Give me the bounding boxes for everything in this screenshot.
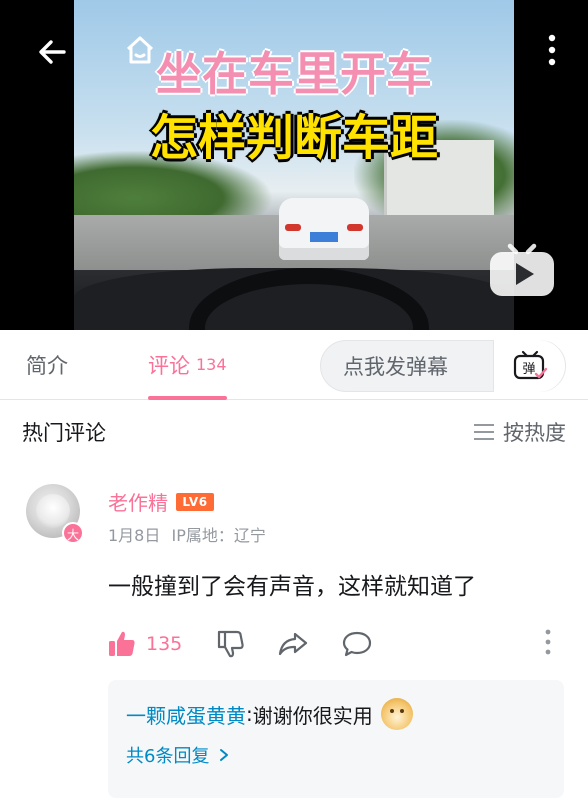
- chevron-right-icon: [220, 749, 229, 761]
- more-vertical-icon: [545, 629, 551, 655]
- back-arrow-icon: [39, 40, 66, 64]
- like-count: 135: [146, 633, 183, 655]
- reply-username[interactable]: 一颗咸蛋黄黄: [126, 700, 246, 729]
- like-button[interactable]: 135: [108, 630, 182, 658]
- view-replies-label: 共6条回复: [126, 746, 210, 767]
- danmaku-toggle-button[interactable]: 弹: [493, 340, 565, 392]
- sort-button[interactable]: 按热度: [473, 417, 566, 447]
- car-taillight-right: [347, 224, 363, 231]
- video-title-line2: 怎样判断车距: [149, 110, 438, 166]
- comment-username[interactable]: 老作精 LV6: [108, 487, 214, 516]
- thumb-down-icon: [218, 630, 244, 658]
- reply-button[interactable]: [342, 630, 372, 658]
- share-button[interactable]: [278, 631, 308, 657]
- comment-ip-location: IP属地：辽宁: [171, 526, 266, 545]
- scene-car: [279, 198, 369, 260]
- avatar-badge: 大: [62, 522, 84, 544]
- danmaku-input[interactable]: 点我发弹幕 弹: [320, 340, 566, 392]
- danmaku-icon-label: 弹: [522, 362, 535, 377]
- home-button[interactable]: [118, 28, 162, 72]
- tab-intro-label: 简介: [26, 353, 68, 378]
- tab-intro[interactable]: 简介: [26, 330, 68, 400]
- username-text: 老作精: [108, 491, 168, 515]
- comment-meta: 1月8日 IP属地：辽宁: [108, 522, 266, 546]
- reply-item: 一颗咸蛋黄黄 : 谢谢你很实用: [126, 698, 546, 730]
- view-replies-link[interactable]: 共6条回复: [126, 742, 546, 768]
- share-icon: [279, 632, 308, 656]
- comment-bubble-icon: [343, 631, 372, 657]
- car-plate: [310, 232, 338, 242]
- tab-comments-label: 评论: [148, 353, 190, 378]
- tab-comments[interactable]: 评论 134: [148, 330, 227, 400]
- tab-active-indicator: [148, 395, 227, 400]
- reply-separator: :: [246, 702, 253, 726]
- tab-comments-count: 134: [196, 355, 227, 374]
- tab-bar: 简介 评论 134 点我发弹幕 弹: [0, 330, 588, 400]
- more-options-button[interactable]: [530, 28, 574, 72]
- dislike-button[interactable]: [216, 630, 244, 658]
- avatar[interactable]: 大: [26, 484, 84, 544]
- sort-lines-icon: [474, 424, 494, 440]
- hot-comments-title: 热门评论: [22, 421, 106, 445]
- comment-text: 一般撞到了会有声音，这样就知道了: [108, 574, 476, 600]
- thumb-up-icon: [109, 631, 135, 656]
- more-vertical-icon: [548, 34, 556, 66]
- home-icon: [126, 36, 154, 64]
- avatar-image: [36, 494, 70, 528]
- sort-label: 按热度: [503, 421, 566, 445]
- comment-date: 1月8日: [108, 526, 161, 545]
- danmaku-placeholder: 点我发弹幕: [343, 355, 448, 379]
- hot-comments-header: 热门评论 按热度: [0, 400, 588, 464]
- comment-item: 大 老作精 LV6 1月8日 IP属地：辽宁 一般撞到了会有声音，这样就知道了 …: [0, 464, 588, 804]
- video-player[interactable]: 坐在车里开车 怎样判断车距: [0, 0, 588, 330]
- doge-emoji-icon: [380, 698, 413, 730]
- tv-play-icon: [490, 243, 554, 296]
- play-button[interactable]: [488, 236, 556, 298]
- reply-preview[interactable]: 一颗咸蛋黄黄 : 谢谢你很实用 共6条回复: [108, 680, 564, 798]
- comment-more-button[interactable]: [544, 628, 552, 660]
- back-button[interactable]: [30, 30, 74, 74]
- comment-actions: 135: [108, 624, 406, 664]
- reply-text: 谢谢你很实用: [252, 703, 373, 728]
- car-taillight-left: [285, 224, 301, 231]
- level-badge: LV6: [176, 492, 214, 511]
- danmaku-icon: 弹: [513, 350, 547, 380]
